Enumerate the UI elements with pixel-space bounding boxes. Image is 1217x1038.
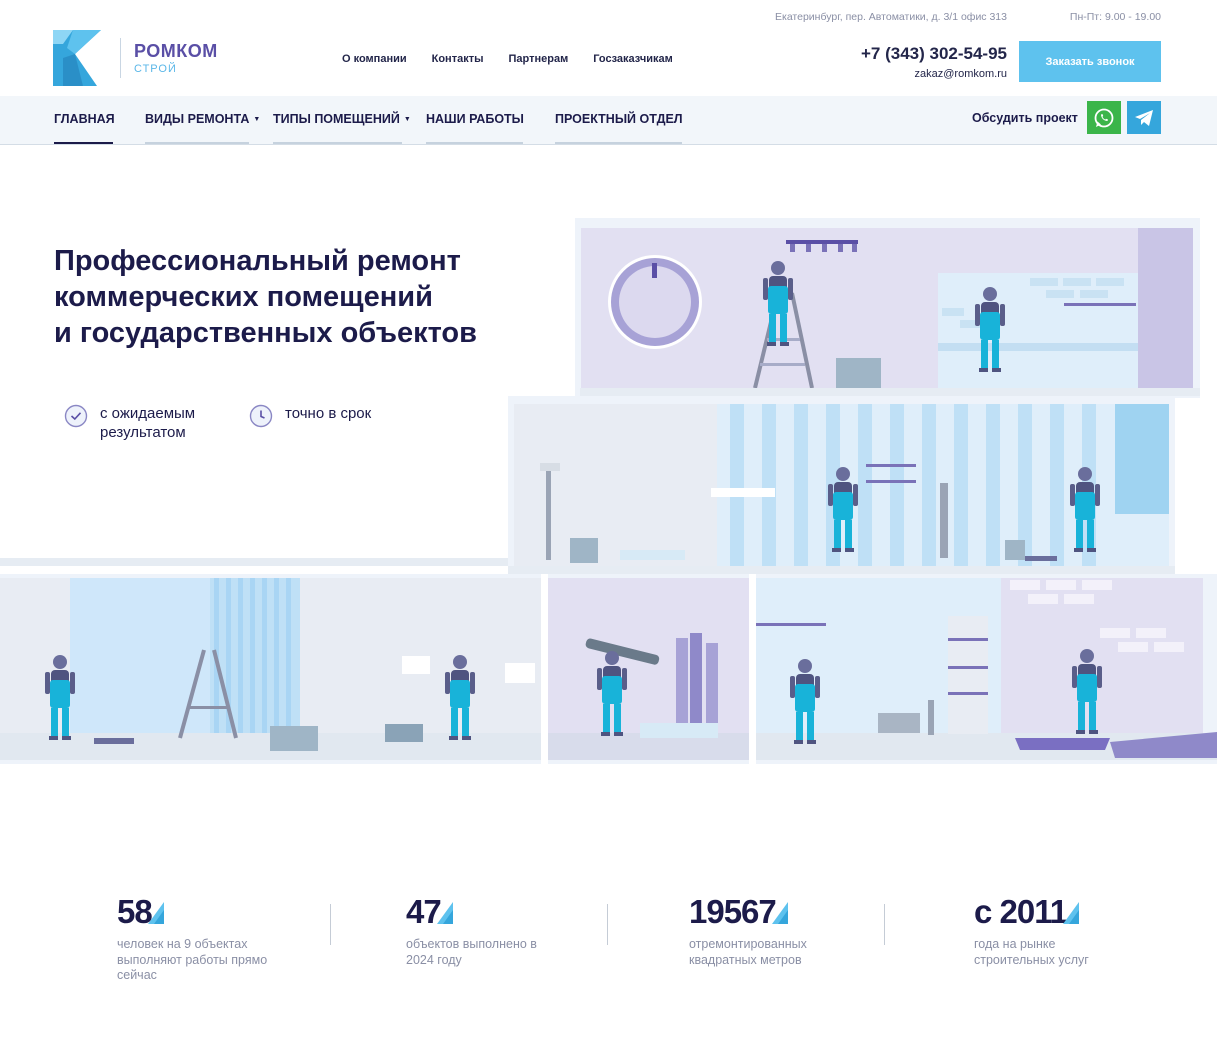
nav-item-project-dept[interactable]: ПРОЕКТНЫЙ ОТДЕЛ xyxy=(555,96,683,144)
stat-objects: 47 объектов выполнено в 2024 году xyxy=(406,893,566,968)
telegram-button[interactable] xyxy=(1127,101,1161,134)
stat-since: с 2011 года на рынке строительных услуг xyxy=(974,893,1134,968)
stat-value: 19567 xyxy=(689,893,788,931)
stat-desc: человек на 9 объектах выполняют работы п… xyxy=(117,937,268,982)
top-nav-contacts[interactable]: Контакты xyxy=(432,53,484,65)
brand-name: РОМКОМ xyxy=(134,40,218,61)
nav-item-home[interactable]: ГЛАВНАЯ xyxy=(54,96,115,144)
stat-value: 58 xyxy=(117,893,164,931)
top-nav: О компании Контакты Партнерам Госзаказчи… xyxy=(342,53,698,65)
logo[interactable]: РОМКОМ СТРОЙ xyxy=(53,30,218,86)
stat-separator xyxy=(330,904,331,945)
chevron-down-icon: ▼ xyxy=(403,116,411,123)
stat-area: 19567 отремонтированных квадратных метро… xyxy=(689,893,849,968)
top-nav-about[interactable]: О компании xyxy=(342,53,407,65)
top-nav-partners[interactable]: Партнерам xyxy=(509,53,569,65)
nav-label: ПРОЕКТНЫЙ ОТДЕЛ xyxy=(555,112,683,126)
stat-value: с 2011 xyxy=(974,893,1080,931)
stat-workers: 58 человек на 9 объектах выполняют работ… xyxy=(117,893,277,984)
logo-text: РОМКОМ СТРОЙ xyxy=(134,42,218,75)
logo-divider xyxy=(120,38,121,78)
callback-button[interactable]: Заказать звонок xyxy=(1019,41,1161,82)
stat-accent-icon xyxy=(771,902,788,924)
whatsapp-icon xyxy=(1094,108,1114,127)
stat-number: с 2011 xyxy=(974,893,1068,930)
whatsapp-button[interactable] xyxy=(1087,101,1121,134)
stat-desc: года на рынке строительных услуг xyxy=(974,937,1089,967)
nav-label: ГЛАВНАЯ xyxy=(54,112,115,126)
stat-value: 47 xyxy=(406,893,453,931)
stat-accent-icon xyxy=(436,902,453,924)
address: Екатеринбург, пер. Автоматики, д. 3/1 оф… xyxy=(775,11,1007,23)
nav-item-room-types[interactable]: ТИПЫ ПОМЕЩЕНИЙ ▼ xyxy=(273,96,411,144)
workers-renovation-illustration xyxy=(0,218,1217,764)
stat-desc: отремонтированных квадратных метров xyxy=(689,937,807,967)
discuss-project-label: Обсудить проект xyxy=(972,111,1078,125)
chevron-down-icon: ▼ xyxy=(253,116,261,123)
nav-item-our-works[interactable]: НАШИ РАБОТЫ xyxy=(426,96,524,144)
telegram-icon xyxy=(1135,109,1153,126)
phone-link[interactable]: +7 (343) 302-54-95 xyxy=(861,44,1007,64)
stat-separator xyxy=(607,904,608,945)
nav-item-repair-types[interactable]: ВИДЫ РЕМОНТА ▼ xyxy=(145,96,260,144)
working-hours: Пн-Пт: 9.00 - 19.00 xyxy=(1069,11,1161,23)
main-nav: ГЛАВНАЯ ВИДЫ РЕМОНТА ▼ ТИПЫ ПОМЕЩЕНИЙ ▼ НА… xyxy=(0,96,1217,145)
stat-desc: объектов выполнено в 2024 году xyxy=(406,937,537,967)
stat-number: 47 xyxy=(406,893,442,930)
stat-accent-icon xyxy=(147,902,164,924)
stat-number: 58 xyxy=(117,893,153,930)
nav-label: НАШИ РАБОТЫ xyxy=(426,112,524,126)
logo-mark-icon xyxy=(53,30,101,86)
nav-label: ВИДЫ РЕМОНТА xyxy=(145,112,250,126)
stat-number: 19567 xyxy=(689,893,777,930)
top-nav-gov[interactable]: Госзаказчикам xyxy=(593,53,673,65)
nav-label: ТИПЫ ПОМЕЩЕНИЙ xyxy=(273,112,400,126)
email-link[interactable]: zakaz@romkom.ru xyxy=(915,68,1007,80)
stat-separator xyxy=(884,904,885,945)
brand-sub: СТРОЙ xyxy=(134,62,177,75)
top-header: РОМКОМ СТРОЙ О компании Контакты Партнер… xyxy=(0,0,1217,96)
stat-accent-icon xyxy=(1063,902,1080,924)
